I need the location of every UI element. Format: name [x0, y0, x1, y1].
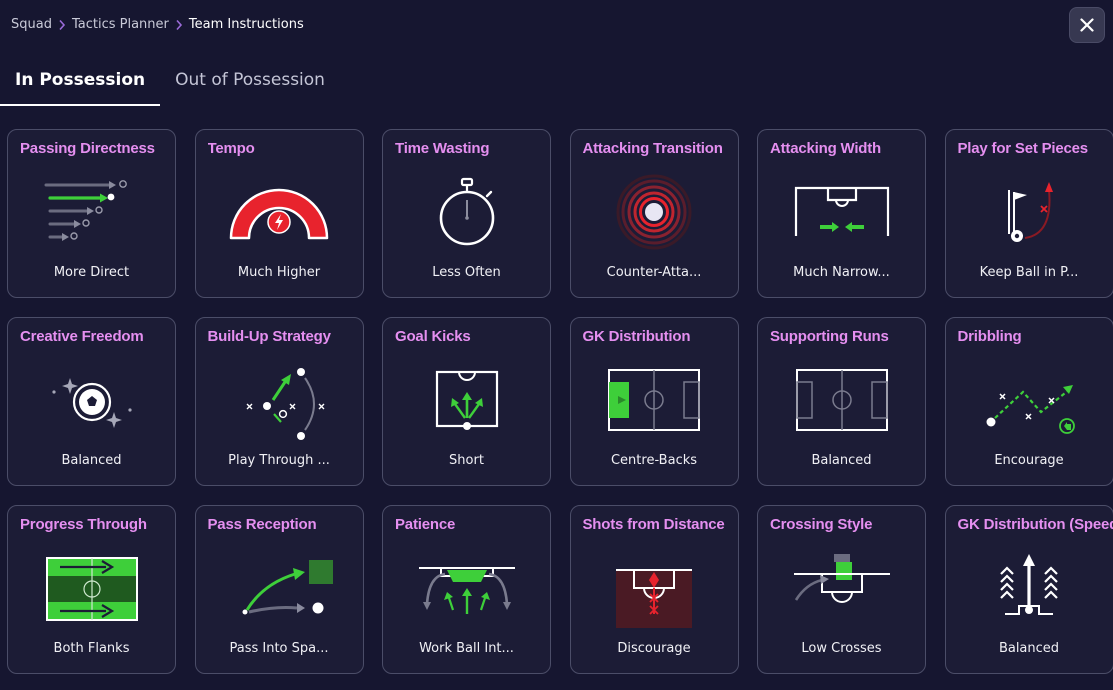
tab-out-of-possession[interactable]: Out of Possession	[160, 58, 340, 106]
card-title: Crossing Style	[770, 516, 873, 533]
set-piece-flag-icon	[969, 172, 1089, 252]
card-value: Balanced	[811, 453, 872, 468]
goal-kick-icon	[407, 360, 527, 440]
card-shots-from-distance[interactable]: Shots from Distance Discourage	[569, 505, 739, 674]
card-value: Centre-Backs	[610, 453, 698, 468]
card-value: Balanced	[998, 641, 1060, 656]
card-supporting-runs[interactable]: Supporting Runs Balanced	[757, 317, 926, 486]
card-tempo[interactable]: Tempo Much Higher	[194, 129, 364, 298]
instruction-grid: Passing Directness More Direct Tempo Muc…	[7, 129, 1113, 674]
pass-reception-icon	[219, 548, 339, 628]
transition-rings-icon	[594, 172, 714, 252]
build-up-icon	[219, 360, 339, 440]
card-gk-distribution-speed[interactable]: GK Distribution (Speed Balanced	[944, 505, 1113, 674]
card-passing-directness[interactable]: Passing Directness More Direct	[7, 129, 176, 298]
card-title: Supporting Runs	[770, 328, 889, 345]
card-progress-through[interactable]: Progress Through Both Flanks	[7, 505, 176, 674]
card-value: Play Through ...	[228, 453, 330, 468]
dribbling-icon	[969, 360, 1089, 440]
card-patience[interactable]: Patience Work Ball Int...	[382, 505, 551, 674]
tempo-gauge-icon	[219, 172, 339, 252]
card-attacking-transition[interactable]: Attacking Transition Counter-Atta...	[569, 129, 739, 298]
card-value: Balanced	[61, 453, 122, 468]
card-title: Passing Directness	[20, 140, 155, 157]
card-title: GK Distribution (Speed	[957, 516, 1113, 533]
card-value: More Direct	[53, 265, 130, 280]
close-icon	[1080, 18, 1094, 32]
card-value: Less Often	[432, 265, 501, 280]
gk-speed-icon	[969, 548, 1089, 628]
width-arrows-icon	[782, 172, 902, 252]
card-title: Attacking Width	[770, 140, 882, 157]
card-value: Discourage	[617, 641, 691, 656]
card-title: Creative Freedom	[20, 328, 144, 345]
card-value: Encourage	[994, 453, 1064, 468]
card-gk-distribution[interactable]: GK Distribution Centre-Backs	[569, 317, 739, 486]
card-title: Patience	[395, 516, 456, 533]
card-dribbling[interactable]: Dribbling Encourage	[944, 317, 1113, 486]
gk-distribution-pitch-icon	[594, 360, 714, 440]
card-title: Attacking Transition	[582, 140, 723, 157]
card-goal-kicks[interactable]: Goal Kicks Short	[382, 317, 551, 486]
card-title: Progress Through	[20, 516, 147, 533]
card-title: Tempo	[207, 140, 255, 157]
card-value: Short	[449, 453, 484, 468]
card-value: Both Flanks	[53, 641, 130, 656]
card-title: Dribbling	[957, 328, 1022, 345]
flanks-pitch-icon	[32, 548, 152, 628]
card-title: Goal Kicks	[395, 328, 471, 345]
card-value: Much Narrow...	[793, 265, 890, 280]
breadcrumb: Squad Tactics Planner Team Instructions	[11, 17, 304, 32]
card-title: GK Distribution	[582, 328, 691, 345]
card-title: Play for Set Pieces	[957, 140, 1089, 157]
card-crossing-style[interactable]: Crossing Style Low Crosses	[757, 505, 926, 674]
card-value: Pass Into Spa...	[229, 641, 329, 656]
card-value: Keep Ball in P...	[979, 265, 1079, 280]
crossing-icon	[782, 548, 902, 628]
card-value: Work Ball Int...	[419, 641, 514, 656]
card-title: Build-Up Strategy	[207, 328, 331, 345]
supporting-runs-pitch-icon	[782, 360, 902, 440]
football-sparkle-icon	[32, 360, 152, 440]
card-time-wasting[interactable]: Time Wasting Less Often	[382, 129, 551, 298]
chevron-right-icon	[175, 19, 183, 31]
card-play-for-set-pieces[interactable]: Play for Set Pieces Keep Ball in P...	[944, 129, 1113, 298]
card-build-up-strategy[interactable]: Build-Up Strategy Play Through ...	[194, 317, 364, 486]
card-title: Shots from Distance	[582, 516, 725, 533]
card-pass-reception[interactable]: Pass Reception Pass Into Spa...	[194, 505, 364, 674]
breadcrumb-squad[interactable]: Squad	[11, 17, 52, 32]
card-attacking-width[interactable]: Attacking Width Much Narrow...	[757, 129, 926, 298]
card-title: Time Wasting	[395, 140, 490, 157]
breadcrumb-tactics-planner[interactable]: Tactics Planner	[72, 17, 169, 32]
shots-distance-icon	[594, 548, 714, 628]
patience-icon	[407, 548, 527, 628]
card-value: Much Higher	[237, 265, 321, 280]
stopwatch-icon	[407, 172, 527, 252]
card-title: Pass Reception	[207, 516, 317, 533]
close-button[interactable]	[1069, 7, 1105, 43]
card-value: Low Crosses	[801, 641, 882, 656]
breadcrumb-team-instructions: Team Instructions	[188, 17, 304, 32]
card-creative-freedom[interactable]: Creative Freedom Balanced	[7, 317, 176, 486]
tab-bar: In Possession Out of Possession	[0, 58, 340, 106]
card-value: Counter-Atta...	[606, 265, 702, 280]
chevron-right-icon	[58, 19, 66, 31]
passes-icon	[32, 172, 152, 252]
tab-in-possession[interactable]: In Possession	[0, 58, 161, 106]
